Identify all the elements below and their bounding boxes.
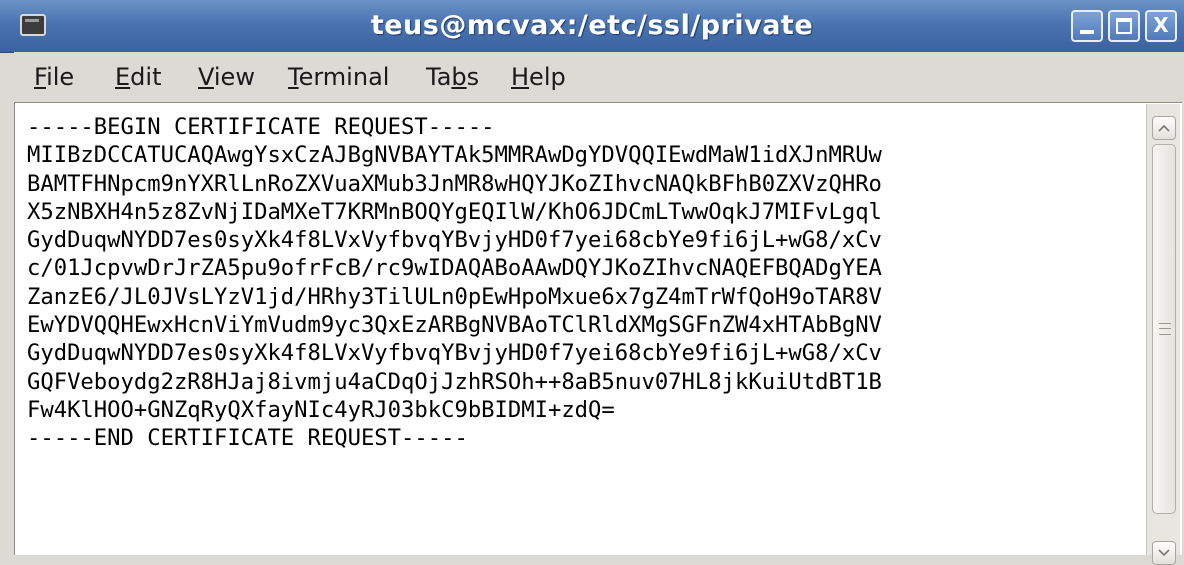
terminal-line: ZanzE6/JL0JVsLYzV1jd/HRhy3TilULn0pEwHpoM… (27, 283, 882, 310)
terminal-line: MIIBzDCCATUCAQAwgYsxCzAJBgNVBAYTAk5MMRAw… (27, 142, 882, 169)
menu-file[interactable]: File (34, 52, 74, 102)
vertical-scrollbar[interactable] (1146, 104, 1180, 565)
terminal-line: EwYDVQQHEwxHcnViYmVudm9yc3QxEzARBgNVBAoT… (27, 312, 882, 339)
menu-tabs[interactable]: Tabs (426, 52, 479, 102)
terminal-window: teus@mcvax:/etc/ssl/private X File Edit … (0, 0, 1184, 565)
grip-icon (1159, 323, 1171, 335)
terminal-line: -----BEGIN CERTIFICATE REQUEST----- (27, 114, 495, 140)
terminal-line: BAMTFHNpcm9nYXRlLnRoZXVuaXMub3JnMR8wHQYJ… (27, 170, 882, 197)
menu-help[interactable]: Help (511, 52, 566, 102)
terminal-line: GydDuqwNYDD7es0syXk4f8LVxVyfbvqYBvjyHD0f… (27, 227, 882, 254)
terminal-text: -----BEGIN CERTIFICATE REQUEST----- MIIBz… (27, 113, 882, 453)
chevron-up-icon (1158, 124, 1170, 132)
scroll-thumb[interactable] (1152, 144, 1176, 514)
minimize-button[interactable] (1071, 10, 1103, 42)
close-button[interactable]: X (1145, 10, 1177, 42)
terminal-line: GQFVeboydg2zR8HJaj8ivmju4aCDqOjJzhRSOh++… (27, 368, 882, 395)
title-bar[interactable]: teus@mcvax:/etc/ssl/private X (0, 0, 1184, 53)
terminal-line: -----END CERTIFICATE REQUEST----- (27, 425, 468, 452)
window-title: teus@mcvax:/etc/ssl/private (370, 10, 814, 41)
terminal-output[interactable]: -----BEGIN CERTIFICATE REQUEST----- MIIBz… (14, 102, 1182, 555)
terminal-line: X5zNBXH4n5z8ZvNjIDaMXeT7KRMnBOQYgEQIlW/K… (27, 198, 882, 225)
terminal-line: GydDuqwNYDD7es0syXk4f8LVxVyfbvqYBvjyHD0f… (27, 340, 882, 367)
maximize-button[interactable] (1108, 10, 1140, 42)
terminal-line: c/01JcpvwDrJrZA5pu9ofrFcB/rc9wIDAQABoAAw… (27, 255, 882, 282)
chevron-down-icon (1158, 549, 1170, 557)
terminal-line: Fw4KlHOO+GNZqRyQXfayNIc4yRJ03bkC9bBIDMI+… (27, 396, 615, 423)
menu-view[interactable]: View (198, 52, 255, 102)
scroll-down-button[interactable] (1152, 541, 1176, 565)
scroll-up-button[interactable] (1152, 116, 1176, 140)
menu-terminal[interactable]: Terminal (288, 52, 389, 102)
menu-edit[interactable]: Edit (115, 52, 161, 102)
menu-bar: File Edit View Terminal Tabs Help (14, 52, 1184, 102)
